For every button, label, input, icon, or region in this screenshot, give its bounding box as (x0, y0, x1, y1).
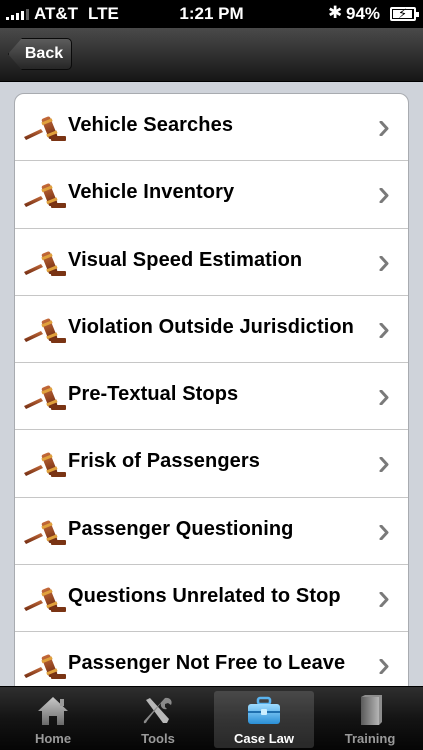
list-item-label: Violation Outside Jurisdiction (68, 315, 354, 338)
chevron-right-icon (379, 524, 389, 541)
list-item-label: Visual Speed Estimation (68, 248, 303, 271)
chevron-right-icon (379, 658, 389, 675)
gavel-icon (23, 116, 67, 142)
chevron-right-icon (379, 255, 389, 272)
list-item[interactable]: Questions Unrelated to Stop (15, 565, 408, 633)
list-item[interactable]: Pre-Textual Stops (15, 363, 408, 431)
list-item-label: Passenger Not Free to Leave (68, 652, 346, 675)
list-item[interactable]: Passenger Not Free to Leave (15, 632, 408, 686)
tab-training[interactable]: Training (320, 691, 420, 748)
list-item[interactable]: Frisk of Passengers (15, 430, 408, 498)
list-item-label: Questions Unrelated to Stop (68, 585, 341, 608)
tab-training-label: Training (344, 731, 396, 746)
tab-tools[interactable]: Tools (108, 691, 208, 748)
gavel-icon (23, 318, 67, 344)
gavel-icon (23, 587, 67, 613)
bluetooth-icon: ✱ (328, 3, 343, 22)
gavel-icon (23, 520, 67, 546)
home-icon (38, 697, 68, 725)
list-item-label: Vehicle Searches (68, 114, 234, 136)
case-law-list: Vehicle Searches Vehicle Inventory Visual … (14, 93, 409, 686)
gavel-icon (23, 654, 67, 680)
list-item-label: Passenger Questioning (68, 517, 294, 540)
tab-bar: Home Tools Case Law Training (0, 686, 423, 750)
status-bar: AT&T LTE 1:21 PM ✱ 94% ⚡ (0, 0, 423, 28)
chevron-right-icon (379, 120, 389, 137)
list-item[interactable]: Violation Outside Jurisdiction (15, 296, 408, 364)
list-item[interactable]: Vehicle Searches (15, 94, 408, 162)
briefcase-icon (248, 696, 280, 724)
gavel-icon (23, 183, 67, 209)
list-item-label: Pre-Textual Stops (68, 383, 239, 406)
tools-icon (143, 697, 172, 724)
chevron-right-icon (379, 322, 389, 339)
list-item[interactable]: Vehicle Inventory (15, 161, 408, 229)
list-item[interactable]: Passenger Questioning (15, 498, 408, 566)
battery-percentage: 94% (346, 4, 381, 23)
tab-home-label: Home (34, 731, 72, 746)
book-icon (361, 695, 382, 725)
gavel-icon (23, 385, 67, 411)
tab-case-law-label: Case Law (234, 731, 294, 746)
gavel-icon (23, 452, 67, 478)
chevron-right-icon (379, 591, 389, 608)
back-button-label: Back (24, 45, 64, 62)
list-item-label: Vehicle Inventory (68, 181, 235, 204)
tab-tools-label: Tools (141, 731, 175, 746)
chevron-right-icon (379, 187, 389, 204)
tab-case-law[interactable]: Case Law (214, 691, 314, 748)
list-item[interactable]: Visual Speed Estimation (15, 229, 408, 296)
gavel-icon (23, 251, 67, 277)
navigation-bar: Back (0, 28, 423, 82)
battery-icon: ⚡ (390, 6, 419, 21)
tab-home[interactable]: Home (3, 691, 103, 748)
chevron-right-icon (379, 389, 389, 406)
list-item-label: Frisk of Passengers (68, 450, 260, 473)
case-law-list-container[interactable]: Vehicle Searches Vehicle Inventory Visual … (0, 82, 423, 686)
chevron-right-icon (379, 456, 389, 473)
back-button[interactable]: Back (8, 38, 72, 70)
